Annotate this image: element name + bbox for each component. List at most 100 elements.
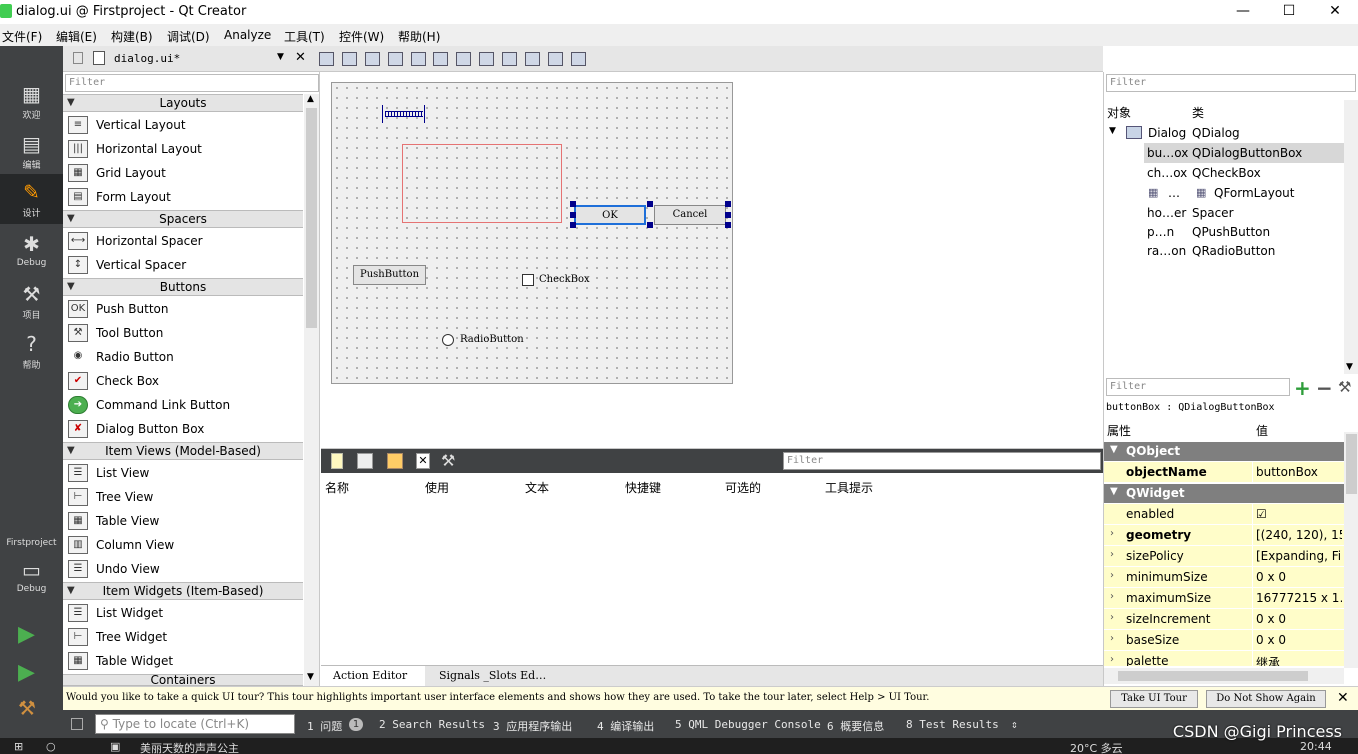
chevron-right-icon[interactable]: › bbox=[1110, 633, 1114, 644]
remove-property-icon[interactable]: − bbox=[1316, 376, 1333, 400]
debug-run-icon[interactable]: ▶ bbox=[18, 660, 35, 685]
tab-issues[interactable]: 1 问题 bbox=[307, 718, 342, 734]
close-tour-icon[interactable]: ✕ bbox=[1337, 690, 1349, 706]
checkbox-indicator[interactable] bbox=[522, 274, 534, 286]
weather-text[interactable]: 20°C 多云 bbox=[1070, 740, 1123, 754]
property-editor-scrollbar[interactable] bbox=[1344, 432, 1358, 668]
mode-debug[interactable]: ✱ Debug bbox=[0, 226, 63, 276]
widget-dialog-button-box[interactable]: ✘ Dialog Button Box bbox=[63, 417, 303, 441]
taskbar-app-icon[interactable]: ▣ bbox=[110, 740, 120, 753]
category-item-widgets[interactable]: ▼ Item Widgets (Item-Based) bbox=[63, 582, 303, 600]
widget-table-view[interactable]: ▦ Table View bbox=[63, 509, 303, 533]
header-object[interactable]: 对象 bbox=[1107, 104, 1131, 121]
toggle-sidebar-icon[interactable] bbox=[71, 718, 83, 730]
tab-signals-slots[interactable]: Signals _Slots Ed… bbox=[439, 669, 546, 682]
tree-row-dialog[interactable]: ▼ Dialog QDialog bbox=[1104, 123, 1344, 143]
property-value[interactable]: buttonBox bbox=[1256, 465, 1342, 479]
prop-basesize[interactable]: › baseSize 0 x 0 bbox=[1104, 630, 1344, 651]
tab-test-results[interactable]: 8 Test Results bbox=[906, 718, 999, 731]
category-containers[interactable]: Containers bbox=[63, 674, 303, 686]
mode-edit[interactable]: ▤ 编辑 bbox=[0, 126, 63, 176]
prop-sizepolicy[interactable]: › sizePolicy [Expanding, Fi… bbox=[1104, 546, 1344, 567]
widget-command-link-button[interactable]: ➔ Command Link Button bbox=[63, 393, 303, 417]
chevron-right-icon[interactable]: › bbox=[1110, 570, 1114, 581]
group-qobject[interactable]: ▼ QObject bbox=[1104, 442, 1344, 461]
tab-search-results[interactable]: 2 Search Results bbox=[379, 718, 485, 731]
file-name[interactable]: dialog.ui* bbox=[114, 52, 180, 65]
cancel-button[interactable]: Cancel bbox=[654, 205, 726, 225]
file-dropdown-icon[interactable]: ▼ bbox=[277, 52, 284, 62]
taskbar-notice[interactable]: 美丽天数的声声公主 bbox=[140, 740, 239, 754]
mode-help[interactable]: ? 帮助 bbox=[0, 326, 63, 376]
property-value[interactable]: 0 x 0 bbox=[1256, 633, 1342, 647]
enabled-checkbox[interactable]: ☑ bbox=[1256, 507, 1342, 521]
property-value[interactable]: [(240, 120), 15… bbox=[1256, 528, 1342, 542]
header-class[interactable]: 类 bbox=[1192, 104, 1204, 121]
column-header-used[interactable]: 使用 bbox=[425, 479, 449, 496]
prop-maximumsize[interactable]: › maximumSize 16777215 x 1… bbox=[1104, 588, 1344, 609]
widget-grid-layout[interactable]: ▦ Grid Layout bbox=[63, 161, 303, 185]
widget-list-view[interactable]: ☰ List View bbox=[63, 461, 303, 485]
layout-horizontal-icon[interactable] bbox=[411, 52, 426, 66]
chevron-right-icon[interactable]: › bbox=[1110, 528, 1114, 539]
edit-buddies-icon[interactable] bbox=[365, 52, 380, 66]
maximize-button[interactable]: ☐ bbox=[1266, 0, 1312, 24]
tree-row-formlayout[interactable]: ▦ … ▦ QFormLayout bbox=[1104, 183, 1344, 203]
form-layout-widget[interactable] bbox=[402, 144, 562, 223]
prop-sizeincrement[interactable]: › sizeIncrement 0 x 0 bbox=[1104, 609, 1344, 630]
tree-row-buttonbox[interactable]: bu…ox QDialogButtonBox bbox=[1144, 143, 1344, 163]
tab-action-editor-label[interactable]: Action Editor bbox=[333, 669, 407, 682]
category-spacers[interactable]: ▼ Spacers bbox=[63, 210, 303, 228]
header-property[interactable]: 属性 bbox=[1107, 422, 1131, 439]
delete-action-icon[interactable]: ✕ bbox=[416, 453, 430, 469]
close-document-icon[interactable]: ✕ bbox=[295, 50, 306, 65]
do-not-show-again-button[interactable]: Do Not Show Again bbox=[1206, 690, 1326, 708]
widget-vertical-layout[interactable]: ≡ Vertical Layout bbox=[63, 113, 303, 137]
prop-enabled[interactable]: enabled ☑ bbox=[1104, 504, 1344, 525]
radio-indicator[interactable] bbox=[442, 334, 454, 346]
object-filter-input[interactable]: Filter bbox=[1106, 74, 1356, 92]
property-value[interactable]: 继承 bbox=[1256, 654, 1342, 666]
column-header-name[interactable]: 名称 bbox=[325, 479, 349, 496]
property-value[interactable]: [Expanding, Fi… bbox=[1256, 549, 1342, 563]
edit-widgets-icon[interactable] bbox=[319, 52, 334, 66]
menu-debug[interactable]: 调试(D) bbox=[167, 28, 210, 45]
mode-design[interactable]: ✎ 设计 bbox=[0, 174, 63, 224]
adjust-size-icon[interactable] bbox=[571, 52, 586, 66]
widget-horizontal-spacer[interactable]: ⟷ Horizontal Spacer bbox=[63, 229, 303, 253]
locator-input[interactable]: ⚲ Type to locate (Ctrl+K) bbox=[95, 714, 295, 734]
kit-selector[interactable]: ▭ Debug bbox=[0, 552, 63, 602]
chevron-right-icon[interactable]: › bbox=[1110, 591, 1114, 602]
break-layout-icon[interactable] bbox=[548, 52, 563, 66]
tab-application-output[interactable]: 3 应用程序输出 bbox=[493, 718, 572, 734]
prop-objectname[interactable]: objectName buttonBox bbox=[1104, 462, 1344, 483]
property-editor-hscrollbar[interactable] bbox=[1104, 668, 1344, 684]
widget-horizontal-layout[interactable]: ||| Horizontal Layout bbox=[63, 137, 303, 161]
prop-minimumsize[interactable]: › minimumSize 0 x 0 bbox=[1104, 567, 1344, 588]
menu-tools[interactable]: 工具(T) bbox=[284, 28, 325, 45]
minimize-button[interactable]: — bbox=[1220, 0, 1266, 24]
category-item-views[interactable]: ▼ Item Views (Model-Based) bbox=[63, 442, 303, 460]
tree-row-checkbox[interactable]: ch…ox QCheckBox bbox=[1104, 163, 1344, 183]
chevron-right-icon[interactable]: › bbox=[1110, 549, 1114, 560]
scroll-down-icon[interactable]: ▼ bbox=[1346, 362, 1353, 372]
widget-column-view[interactable]: ▥ Column View bbox=[63, 533, 303, 557]
column-header-shortcut[interactable]: 快捷键 bbox=[625, 479, 661, 496]
widget-filter-input[interactable]: Filter bbox=[65, 74, 319, 92]
widget-radio-button[interactable]: ◉ Radio Button bbox=[63, 345, 303, 369]
menu-analyze[interactable]: Analyze bbox=[224, 28, 271, 42]
selection-handle[interactable] bbox=[725, 212, 731, 218]
mode-projects[interactable]: ⚒ 项目 bbox=[0, 276, 63, 326]
selection-handle[interactable] bbox=[725, 222, 731, 228]
widget-tool-button[interactable]: ⚒ Tool Button bbox=[63, 321, 303, 345]
property-value[interactable]: 0 x 0 bbox=[1256, 612, 1342, 626]
widget-tree-widget[interactable]: ⊢ Tree Widget bbox=[63, 625, 303, 649]
widget-vertical-spacer[interactable]: ↕ Vertical Spacer bbox=[63, 253, 303, 277]
layout-splitter-h-icon[interactable] bbox=[456, 52, 471, 66]
header-value[interactable]: 值 bbox=[1256, 422, 1268, 439]
mode-welcome[interactable]: ▦ 欢迎 bbox=[0, 76, 63, 126]
group-qwidget[interactable]: ▼ QWidget bbox=[1104, 484, 1344, 503]
widget-table-widget[interactable]: ▦ Table Widget bbox=[63, 649, 303, 673]
layout-form-icon[interactable] bbox=[502, 52, 517, 66]
prop-palette[interactable]: › palette 继承 bbox=[1104, 651, 1344, 667]
